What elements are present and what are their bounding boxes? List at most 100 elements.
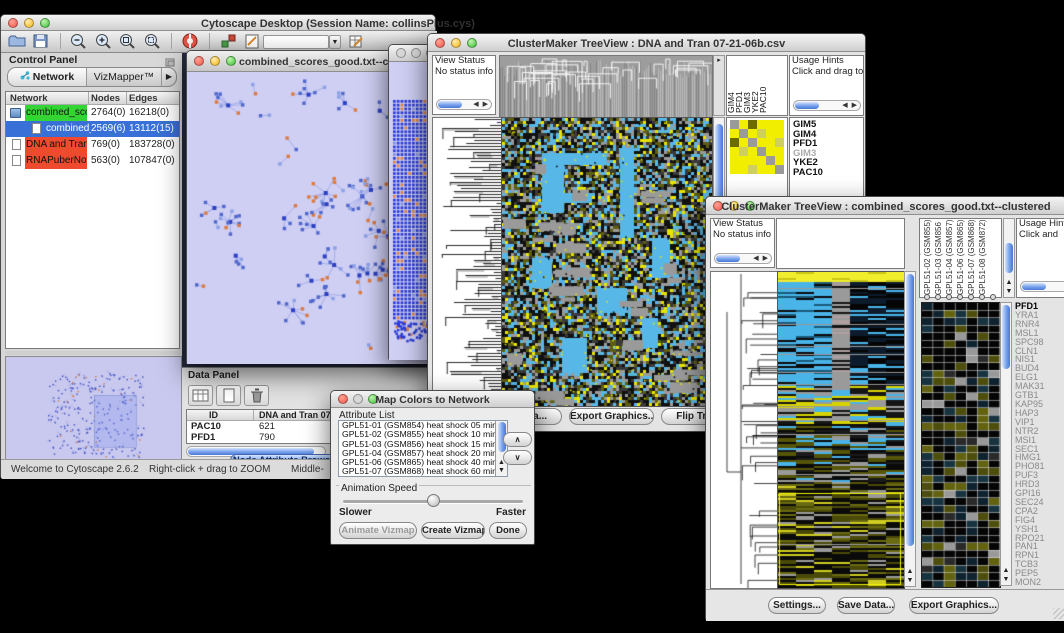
matrix-cell[interactable] xyxy=(730,129,739,138)
matrix-cell[interactable] xyxy=(757,147,766,156)
zoom-fit-icon[interactable] xyxy=(118,32,138,51)
matrix-cell[interactable] xyxy=(775,129,784,138)
move-up-button[interactable]: ∧ xyxy=(503,432,532,447)
column-label[interactable]: GPL51-08 (GSM872) xyxy=(986,219,997,297)
scrollbar-thumb[interactable] xyxy=(906,274,914,546)
matrix-cell[interactable] xyxy=(757,165,766,174)
matrix-cell[interactable] xyxy=(757,138,766,147)
main-title-bar[interactable]: Cytoscape Desktop (Session Name: collins… xyxy=(1,15,435,31)
resize-grip[interactable] xyxy=(1053,608,1064,619)
zoom-vscrollbar[interactable]: ▲ ▼ xyxy=(1000,302,1012,586)
scroll-down-arrow[interactable]: ▼ xyxy=(1004,288,1014,296)
matrix-cell[interactable] xyxy=(757,129,766,138)
column-header-edges[interactable]: Edges xyxy=(129,92,158,105)
close-button[interactable] xyxy=(194,56,204,66)
tab-overflow-arrow[interactable]: ▶ xyxy=(162,68,176,86)
create-vizmap-button[interactable]: Create Vizmap xyxy=(421,522,485,539)
matrix-cell[interactable] xyxy=(748,147,757,156)
save-data-button[interactable]: Save Data... xyxy=(837,597,895,614)
matrix-cell[interactable] xyxy=(730,156,739,165)
minimize-button[interactable] xyxy=(24,18,34,28)
heatmap-zoom-view[interactable] xyxy=(921,302,1001,588)
id-column-header[interactable]: ID xyxy=(209,410,218,421)
column-tree-scroll-strip[interactable]: ▸ xyxy=(713,55,725,116)
network-list-row[interactable]: combined_sco 2569(6) 13112(15) xyxy=(6,121,179,137)
scroll-up-arrow[interactable]: ▲ xyxy=(1004,279,1014,287)
attribute-editor-icon[interactable] xyxy=(347,32,367,51)
matrix-cell[interactable] xyxy=(730,120,739,129)
matrix-cell[interactable] xyxy=(739,147,748,156)
open-folder-icon[interactable] xyxy=(7,32,27,51)
help-lifering-icon[interactable] xyxy=(181,32,201,51)
view-status-hscrollbar[interactable]: ◀ ▶ xyxy=(714,253,772,264)
trash-icon[interactable] xyxy=(244,385,269,406)
search-dropdown-arrow[interactable]: ▼ xyxy=(329,35,341,49)
matrix-cell[interactable] xyxy=(775,120,784,129)
matrix-cell[interactable] xyxy=(757,120,766,129)
gene-label[interactable]: MON2 xyxy=(1015,578,1064,586)
network-list-row[interactable]: DNA and Tran 07 769(0) 183728(0) xyxy=(6,137,179,153)
minimize-button[interactable] xyxy=(411,48,421,58)
matrix-cell[interactable] xyxy=(775,147,784,156)
matrix-cell[interactable] xyxy=(730,165,739,174)
matrix-cell[interactable] xyxy=(766,156,775,165)
minimize-button[interactable] xyxy=(210,56,220,66)
heatmap-global-view[interactable] xyxy=(777,271,905,589)
zoom-selected-icon[interactable] xyxy=(143,32,163,51)
zoom-out-icon[interactable] xyxy=(69,32,89,51)
scroll-down-arrow[interactable]: ▼ xyxy=(1001,576,1011,584)
view-status-hscrollbar[interactable]: ◀ ▶ xyxy=(436,99,492,110)
column-labels-vscrollbar[interactable]: ▲ ▼ xyxy=(1003,218,1015,298)
heatmap-global-view[interactable] xyxy=(501,117,713,407)
treeview1-title-bar[interactable]: ClusterMaker TreeView : DNA and Tran 07-… xyxy=(428,34,865,52)
zoom-in-icon[interactable] xyxy=(94,32,114,51)
matrix-cell[interactable] xyxy=(775,138,784,147)
list-vscrollbar[interactable]: ▲ ▼ xyxy=(495,421,507,476)
search-input[interactable] xyxy=(263,35,329,49)
matrix-cell[interactable] xyxy=(766,138,775,147)
network-list-row[interactable]: RNAPuberNov2+ 563(0) 107847(0) xyxy=(6,153,179,169)
row-label[interactable]: PAC10 xyxy=(793,168,863,178)
matrix-cell[interactable] xyxy=(748,165,757,174)
matrix-cell[interactable] xyxy=(757,156,766,165)
matrix-cell[interactable] xyxy=(739,120,748,129)
attribute-item[interactable]: GPL51-07 (GSM868) heat shock 60 min xyxy=(339,467,507,476)
close-button[interactable] xyxy=(8,18,18,28)
scrollbar-thumb[interactable] xyxy=(1002,305,1010,369)
column-dendrogram[interactable] xyxy=(499,55,713,118)
matrix-cell[interactable] xyxy=(739,165,748,174)
matrix-cell[interactable] xyxy=(748,129,757,138)
tab-vizmapper[interactable]: VizMapper™ xyxy=(87,68,162,86)
new-document-icon[interactable] xyxy=(216,385,241,406)
row-dendrogram[interactable] xyxy=(710,271,778,589)
column-header-network[interactable]: Network xyxy=(10,92,47,105)
global-vscrollbar[interactable]: ▲ ▼ xyxy=(904,271,916,587)
matrix-cell[interactable] xyxy=(730,147,739,156)
settings-button[interactable]: Settings... xyxy=(768,597,826,614)
scroll-down-arrow[interactable]: ▼ xyxy=(905,577,915,585)
matrix-cell[interactable] xyxy=(766,147,775,156)
matrix-cell[interactable] xyxy=(766,165,775,174)
scrollbar-thumb[interactable] xyxy=(1005,243,1013,273)
matrix-cell[interactable] xyxy=(748,156,757,165)
done-button[interactable]: Done xyxy=(489,522,527,539)
birdseye-view[interactable] xyxy=(5,356,182,461)
export-graphics-button[interactable]: Export Graphics... xyxy=(909,597,999,614)
panel-splitter[interactable] xyxy=(5,351,180,355)
matrix-cell[interactable] xyxy=(766,120,775,129)
table-icon[interactable] xyxy=(188,385,213,406)
annotation-icon[interactable] xyxy=(243,32,263,51)
matrix-cell[interactable] xyxy=(766,129,775,138)
matrix-cell[interactable] xyxy=(739,129,748,138)
matrix-cell[interactable] xyxy=(775,156,784,165)
export-graphics-button[interactable]: Export Graphics... xyxy=(569,408,654,425)
usage-hints-hscrollbar[interactable]: ◀ ▶ xyxy=(793,100,861,111)
scroll-up-arrow[interactable]: ▲ xyxy=(905,568,915,576)
matrix-cell[interactable] xyxy=(739,138,748,147)
network-list-row[interactable]: combined_scores 2764(0) 16218(0) xyxy=(6,105,179,121)
zoom-button[interactable] xyxy=(40,18,50,28)
matrix-cell[interactable] xyxy=(739,156,748,165)
tab-network[interactable]: Network xyxy=(8,68,87,86)
animate-vizmap-button[interactable]: Animate Vizmap xyxy=(339,522,417,539)
save-icon[interactable] xyxy=(31,32,51,51)
